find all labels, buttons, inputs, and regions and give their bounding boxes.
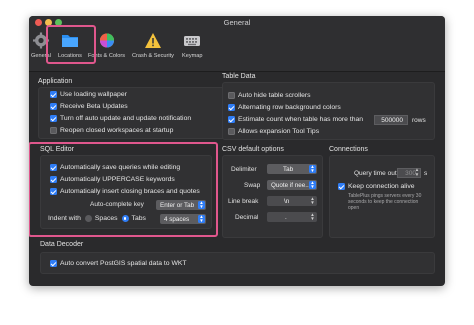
option-use-loading-wallpaper[interactable]: Use loading wallpaper [50, 91, 127, 98]
option-alternating-row-colors[interactable]: Alternating row background colors [228, 104, 341, 111]
keep-alive-note-line: open [348, 205, 360, 211]
application-section-title: Application [38, 78, 73, 85]
preferences-toolbar: General Locations Fonts & Colors Crash &… [29, 25, 445, 72]
option-reopen-closed-workspaces[interactable]: Reopen closed workspaces at startup [50, 127, 173, 134]
option-expansion-tooltips[interactable]: Allows expansion Tool Tips [228, 128, 319, 135]
option-label: Auto hide table scrollers [238, 92, 311, 99]
chevron-up-down-icon: ▲ ▼ [309, 180, 316, 189]
connections-section-title: Connections [329, 146, 368, 153]
option-estimate-count[interactable]: Estimate count when table has more than [228, 116, 363, 123]
rows-suffix-label: rows [412, 117, 426, 124]
connections-panel: Query time out 300 ▲ ▼ s Keep connection … [329, 155, 435, 238]
chevron-up-down-icon: ▲ ▼ [310, 196, 315, 205]
query-timeout-unit: s [424, 170, 428, 177]
line-break-select[interactable]: \n ▲ ▼ [267, 196, 317, 206]
decimal-select[interactable]: . ▲ ▼ [267, 212, 317, 222]
keyboard-icon [183, 32, 201, 49]
application-panel: Use loading wallpaper Receive Beta Updat… [38, 87, 235, 139]
warning-icon [144, 32, 162, 49]
chevron-up-down-icon: ▲ ▼ [310, 212, 315, 221]
swap-select[interactable]: Quote if nee... ▲ ▼ [267, 180, 317, 190]
option-label: Keep connection alive [348, 183, 415, 190]
data-decoder-section-title: Data Decoder [40, 241, 84, 248]
sql-editor-highlight [29, 142, 218, 237]
option-receive-beta-updates[interactable]: Receive Beta Updates [50, 103, 128, 110]
checkbox-checked[interactable] [228, 104, 235, 111]
checkbox-checked[interactable] [228, 116, 235, 123]
option-keep-connection-alive[interactable]: Keep connection alive [338, 183, 415, 190]
option-label: Receive Beta Updates [60, 103, 128, 110]
option-turn-off-auto-update[interactable]: Turn off auto update and update notifica… [50, 115, 191, 122]
swap-label: Swap [244, 182, 261, 189]
option-label: Turn off auto update and update notifica… [60, 115, 192, 122]
delimiter-select[interactable]: Tab ▲ ▼ [267, 164, 317, 174]
query-timeout-label: Query time out [354, 170, 397, 177]
checkbox-checked[interactable] [50, 260, 57, 267]
color-wheel-icon [98, 32, 116, 49]
line-break-value: \n [284, 197, 290, 205]
decimal-label: Decimal [235, 214, 259, 221]
checkbox-unchecked[interactable] [228, 128, 235, 135]
checkbox-unchecked[interactable] [50, 127, 57, 134]
swap-value: Quote if nee... [271, 181, 311, 189]
checkbox-checked[interactable] [50, 103, 57, 110]
decimal-value: . [285, 213, 287, 221]
table-data-section-title: Table Data [222, 73, 256, 80]
option-label: Reopen closed workspaces at startup [60, 127, 174, 134]
checkbox-checked[interactable] [50, 91, 57, 98]
table-data-panel: Auto hide table scrollers Alternating ro… [222, 82, 435, 140]
checkbox-checked[interactable] [50, 115, 57, 122]
line-break-label: Line break [228, 198, 259, 205]
data-decoder-panel: Auto convert PostGIS spatial data to WKT [40, 252, 435, 274]
tab-crash-security[interactable]: Crash & Security [132, 32, 174, 59]
option-label: Use loading wallpaper [60, 91, 127, 98]
query-timeout-stepper[interactable]: ▲ ▼ [414, 167, 420, 178]
chevron-up-down-icon: ▲ ▼ [309, 164, 316, 173]
checkbox-unchecked[interactable] [228, 92, 235, 99]
delimiter-value: Tab [283, 165, 294, 173]
option-label: Estimate count when table has more than [238, 116, 364, 123]
option-auto-convert-postgis[interactable]: Auto convert PostGIS spatial data to WKT [50, 260, 187, 267]
option-label: Allows expansion Tool Tips [238, 128, 320, 135]
tab-keymap[interactable]: Keymap [182, 32, 203, 59]
tab-crash-security-label: Crash & Security [132, 53, 174, 59]
preferences-window: General General Locations Fonts & Colors… [29, 16, 445, 286]
tab-keymap-label: Keymap [182, 53, 203, 59]
locations-highlight [46, 25, 96, 64]
row-threshold-input[interactable]: 500000 [374, 115, 408, 125]
keep-alive-note: TablePlus pings servers every 30 seconds… [348, 193, 421, 211]
checkbox-checked[interactable] [338, 183, 345, 190]
csv-panel: Delimiter Tab ▲ ▼ Swap Quote if nee... ▲ ▼… [222, 155, 323, 238]
option-label: Auto convert PostGIS spatial data to WKT [60, 260, 187, 267]
delimiter-label: Delimiter [231, 166, 257, 173]
option-auto-hide-scrollers[interactable]: Auto hide table scrollers [228, 92, 311, 99]
csv-section-title: CSV default options [222, 146, 284, 153]
option-label: Alternating row background colors [238, 104, 341, 111]
